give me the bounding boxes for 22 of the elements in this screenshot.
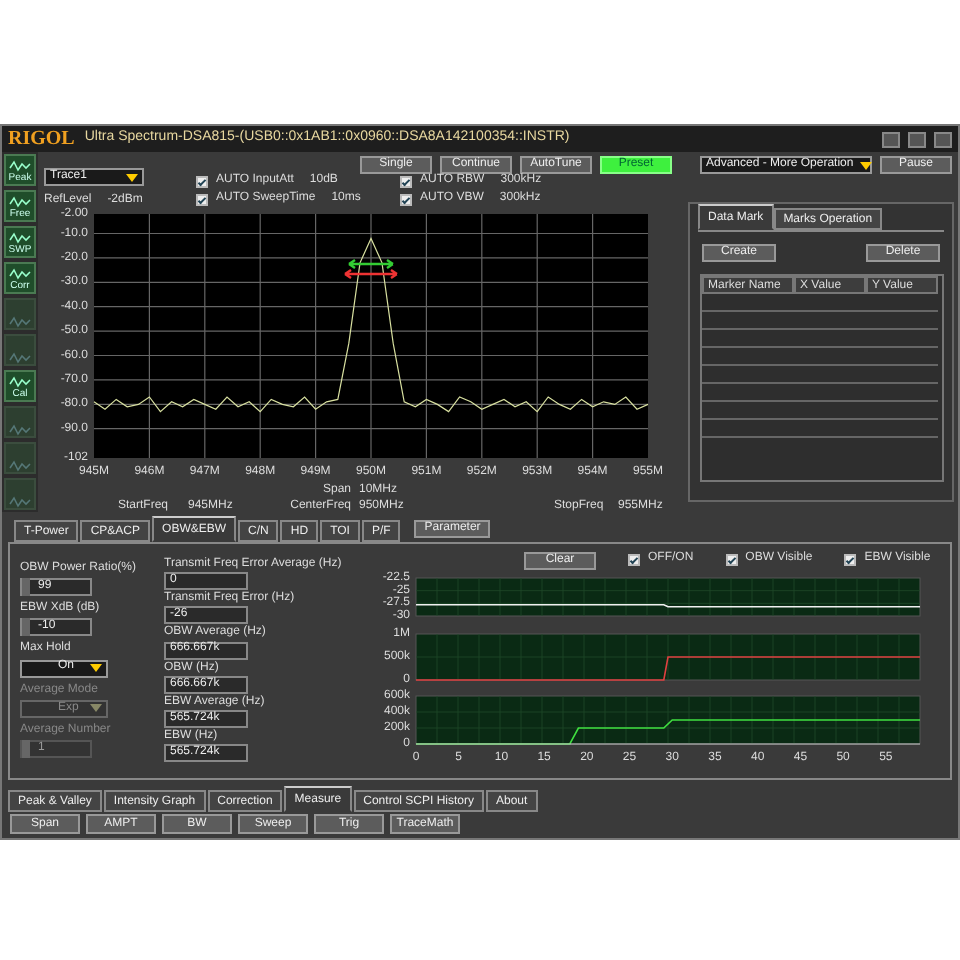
wave-icon (8, 232, 32, 244)
checkbox[interactable] (196, 175, 208, 188)
bandwidth-markers-drawing (343, 258, 399, 280)
wave-icon (8, 196, 32, 208)
maximize-button[interactable] (908, 131, 926, 147)
checkbox[interactable] (725, 554, 738, 566)
wave-icon (8, 424, 32, 436)
wave-icon (8, 376, 32, 388)
wave-icon (8, 352, 32, 364)
checkbox[interactable] (844, 554, 857, 566)
wave-icon (8, 460, 32, 472)
wave-icon (8, 160, 32, 172)
checkbox[interactable] (196, 193, 208, 206)
logo: RIGOL (8, 127, 75, 151)
minimize-button[interactable] (882, 131, 900, 147)
checkbox[interactable] (400, 175, 412, 188)
wave-icon (8, 496, 32, 508)
checkbox[interactable] (400, 193, 412, 206)
close-button[interactable] (934, 131, 952, 147)
wave-icon (8, 316, 32, 328)
checkbox[interactable] (628, 554, 640, 566)
wave-icon (8, 268, 32, 280)
